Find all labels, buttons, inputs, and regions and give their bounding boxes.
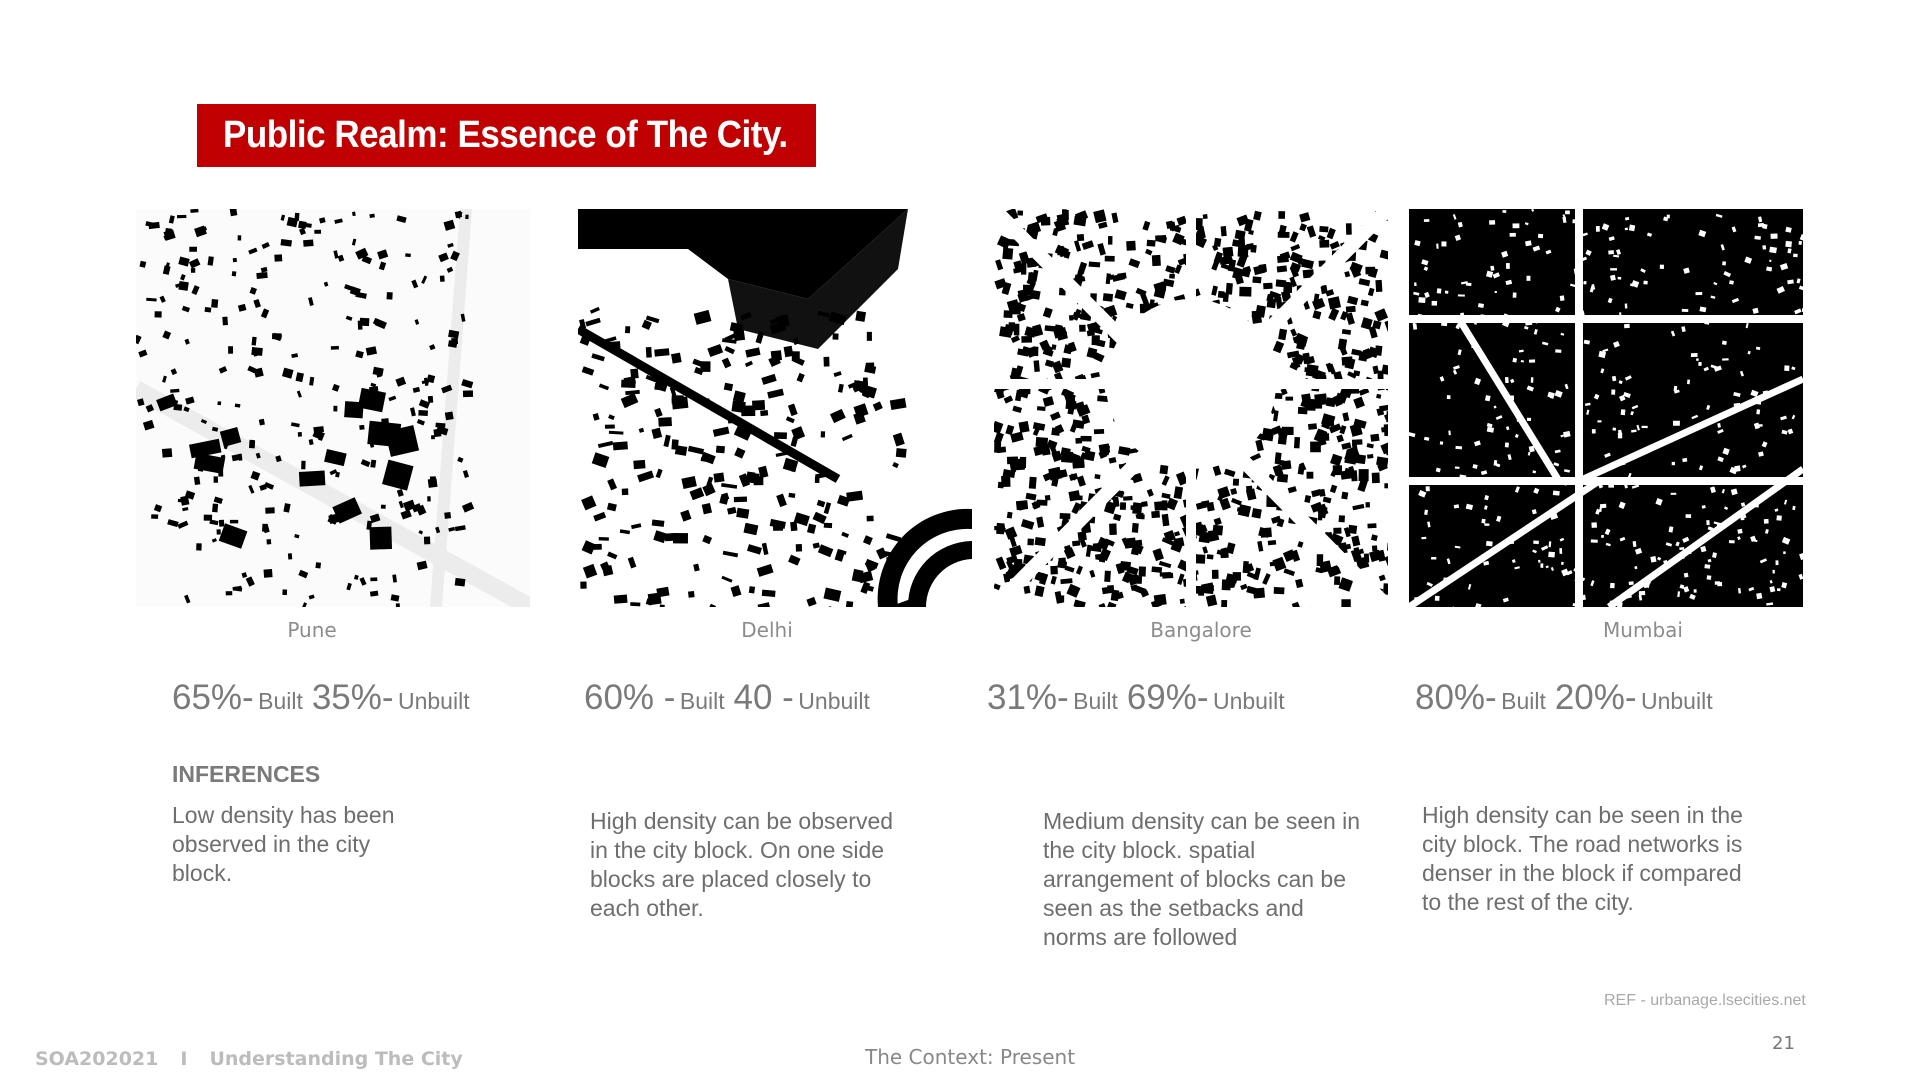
bangalore-figure-ground-map (994, 209, 1388, 607)
city-name-delhi: Delhi (741, 618, 793, 642)
unbuilt-label: Unbuilt (798, 688, 870, 714)
inference-pune: Low density has been observed in the cit… (172, 802, 395, 886)
footer-section: The Context: Present (865, 1045, 1076, 1069)
pune-map-svg (136, 209, 530, 607)
mumbai-figure-ground-map (1409, 209, 1803, 607)
mumbai-map-svg (1409, 209, 1803, 607)
unbuilt-value: 69%- (1126, 678, 1209, 717)
inferences-heading: INFERENCES (172, 761, 321, 787)
footer-subject: Understanding The City (209, 1048, 463, 1070)
city-name-mumbai: Mumbai (1603, 618, 1683, 642)
built-label: Built (679, 688, 725, 714)
page-number: 21 (1772, 1033, 1795, 1054)
inference-mumbai: High density can be seen in the city blo… (1422, 802, 1743, 915)
footer-separator: I (180, 1048, 188, 1070)
pune-figure-ground-map (136, 209, 530, 607)
stat-bangalore: 31%- Built 69%- Unbuilt (987, 678, 1285, 718)
stat-pune: 65%- Built 35%- Unbuilt (172, 678, 470, 718)
built-value: 60% - (584, 678, 676, 717)
footer-course: SOA202021 (35, 1048, 159, 1070)
footer-course-info: SOA202021 I Understanding The City (35, 1048, 463, 1070)
city-name-bangalore: Bangalore (1150, 618, 1252, 642)
stat-delhi: 60% - Built 40 - Unbuilt (584, 678, 870, 718)
bangalore-map-svg (994, 209, 1388, 607)
built-value: 80%- (1415, 678, 1497, 717)
unbuilt-label: Unbuilt (1212, 688, 1285, 714)
built-value: 31%- (987, 678, 1069, 717)
built-value: 65%- (172, 678, 254, 717)
built-label: Built (1073, 688, 1118, 714)
built-label: Built (1501, 688, 1546, 714)
unbuilt-label: Unbuilt (1640, 688, 1713, 714)
delhi-figure-ground-map (578, 209, 972, 607)
built-label: Built (258, 688, 303, 714)
slide-title: Public Realm: Essence of The City. (223, 114, 788, 156)
delhi-map-svg (578, 209, 972, 607)
unbuilt-value: 40 - (733, 678, 794, 717)
inference-delhi: High density can be observed in the city… (590, 808, 894, 921)
city-name-pune: Pune (287, 618, 337, 642)
reference-note: REF - urbanage.lsecities.net (1604, 992, 1806, 1009)
unbuilt-value: 35%- (311, 678, 394, 717)
title-banner: Public Realm: Essence of The City. (197, 104, 816, 167)
unbuilt-label: Unbuilt (397, 688, 470, 714)
inference-bangalore: Medium density can be seen in the city b… (1043, 808, 1361, 950)
stat-mumbai: 80%- Built 20%- Unbuilt (1415, 678, 1713, 718)
unbuilt-value: 20%- (1554, 678, 1637, 717)
